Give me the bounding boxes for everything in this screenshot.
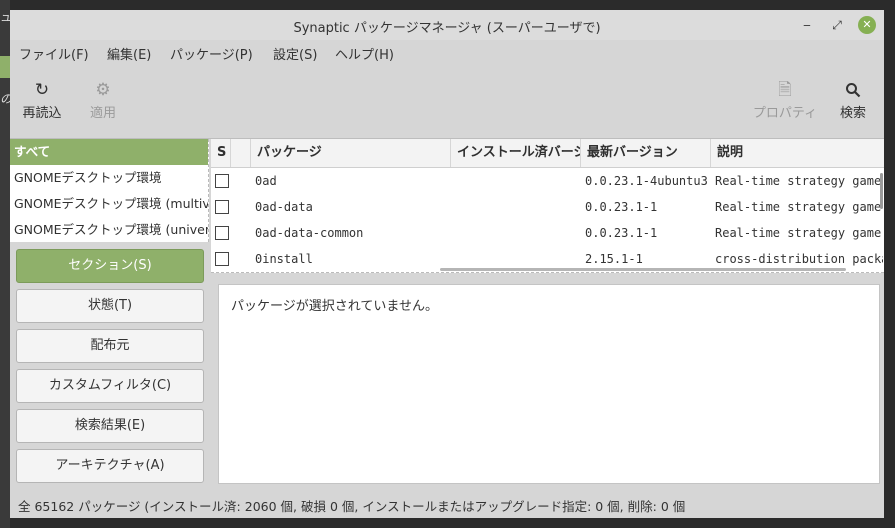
latest-version: 0.0.23.1-4ubuntu3 (585, 174, 708, 188)
menu-package[interactable]: パッケージ(P) (170, 44, 253, 63)
toolbar: ↻ 再読込 ⚙ 適用 🗎 プロパティ 検索 (10, 70, 884, 138)
apply-button[interactable]: ⚙ 適用 (88, 78, 118, 121)
package-name: 0ad (255, 174, 277, 188)
architecture-button[interactable]: アーキテクチャ(A) (16, 449, 204, 483)
restore-button[interactable]: ⤢ (828, 16, 846, 34)
package-description: Real-time strategy game of ancient warfa… (715, 200, 883, 214)
table-row[interactable]: 0ad 0.0.23.1-4ubuntu3 Real-time strategy… (211, 168, 884, 194)
vertical-scrollbar[interactable] (880, 173, 883, 209)
category-item[interactable]: GNOMEデスクトップ環境 (10, 165, 208, 191)
package-checkbox[interactable] (215, 226, 229, 240)
column-header-description[interactable]: 説明 (711, 139, 884, 167)
status-filter-button[interactable]: 状態(T) (16, 289, 204, 323)
latest-version: 0.0.23.1-1 (585, 200, 658, 214)
status-bar: 全 65162 パッケージ (インストール済: 2060 個, 破損 0 個, … (18, 499, 686, 514)
apply-icon: ⚙ (95, 80, 111, 100)
column-header-installed-version[interactable]: インストール済バージョン (451, 139, 581, 167)
reload-label: 再読込 (22, 106, 62, 121)
category-list: すべて GNOMEデスクトップ環境 GNOMEデスクトップ環境 (multive… (10, 139, 209, 242)
minimize-button[interactable]: ‒ (798, 16, 816, 34)
category-item[interactable]: GNOMEデスクトップ環境 (universe) (10, 217, 208, 242)
category-item[interactable]: GNOMEデスクトップ環境 (multiverse) (10, 191, 208, 217)
window-title: Synaptic パッケージマネージャ (スーパーユーザで) (293, 21, 601, 36)
horizontal-scrollbar[interactable] (440, 268, 846, 271)
synaptic-window: Synaptic パッケージマネージャ (スーパーユーザで) ‒ ⤢ ✕ ファイ… (10, 10, 884, 518)
titlebar[interactable]: Synaptic パッケージマネージャ (スーパーユーザで) ‒ ⤢ ✕ (10, 10, 884, 40)
package-details-panel: パッケージが選択されていません。 (218, 284, 880, 484)
column-header-support[interactable] (231, 139, 251, 167)
installed-version (457, 220, 577, 246)
package-name: 0ad-data-common (255, 226, 364, 240)
reload-icon: ↻ (34, 80, 50, 100)
search-label: 検索 (839, 106, 866, 121)
table-row[interactable]: 0ad-data 0.0.23.1-1 Real-time strategy g… (211, 194, 884, 220)
desktop-window-edge (0, 56, 10, 78)
package-description: Real-time strategy game of ancient warfa… (715, 226, 883, 240)
close-button[interactable]: ✕ (858, 16, 876, 34)
custom-filter-button[interactable]: カスタムフィルタ(C) (16, 369, 204, 403)
search-results-button[interactable]: 検索結果(E) (16, 409, 204, 443)
reload-button[interactable]: ↻ 再読込 (22, 78, 62, 121)
package-table: S パッケージ インストール済バージョン 最新バージョン 説明 0ad 0.0.… (211, 139, 884, 273)
column-header-latest-version[interactable]: 最新バージョン (581, 139, 711, 167)
installed-version (457, 168, 577, 194)
properties-button[interactable]: 🗎 プロパティ (752, 78, 818, 121)
menu-help[interactable]: ヘルプ(H) (335, 44, 394, 63)
package-name: 0ad-data (255, 200, 313, 214)
category-item[interactable]: すべて (10, 139, 208, 165)
properties-label: プロパティ (752, 106, 818, 121)
properties-icon: 🗎 (778, 80, 792, 100)
menu-edit[interactable]: 編集(E) (107, 44, 151, 63)
apply-label: 適用 (89, 106, 116, 121)
section-filter-button[interactable]: セクション(S) (16, 249, 204, 283)
search-button[interactable]: 検索 (838, 78, 868, 121)
origin-filter-button[interactable]: 配布元 (16, 329, 204, 363)
package-checkbox[interactable] (215, 252, 229, 266)
package-description: Real-time strategy game of ancient warfa… (715, 174, 883, 188)
package-checkbox[interactable] (215, 174, 229, 188)
package-checkbox[interactable] (215, 200, 229, 214)
latest-version: 0.0.23.1-1 (585, 226, 658, 240)
menu-settings[interactable]: 設定(S) (273, 44, 317, 63)
table-header: S パッケージ インストール済バージョン 最新バージョン 説明 (211, 139, 884, 168)
column-header-package[interactable]: パッケージ (251, 139, 451, 167)
filter-panel: すべて GNOMEデスクトップ環境 GNOMEデスクトップ環境 (multive… (10, 139, 210, 488)
column-header-status[interactable]: S (211, 139, 231, 167)
no-package-selected-message: パッケージが選択されていません。 (231, 299, 438, 314)
table-row[interactable]: 0ad-data-common 0.0.23.1-1 Real-time str… (211, 220, 884, 246)
menu-file[interactable]: ファイル(F) (19, 44, 89, 63)
package-name: 0install (255, 252, 313, 266)
search-icon (838, 78, 868, 102)
installed-version (457, 194, 577, 220)
desktop-background (0, 0, 10, 528)
